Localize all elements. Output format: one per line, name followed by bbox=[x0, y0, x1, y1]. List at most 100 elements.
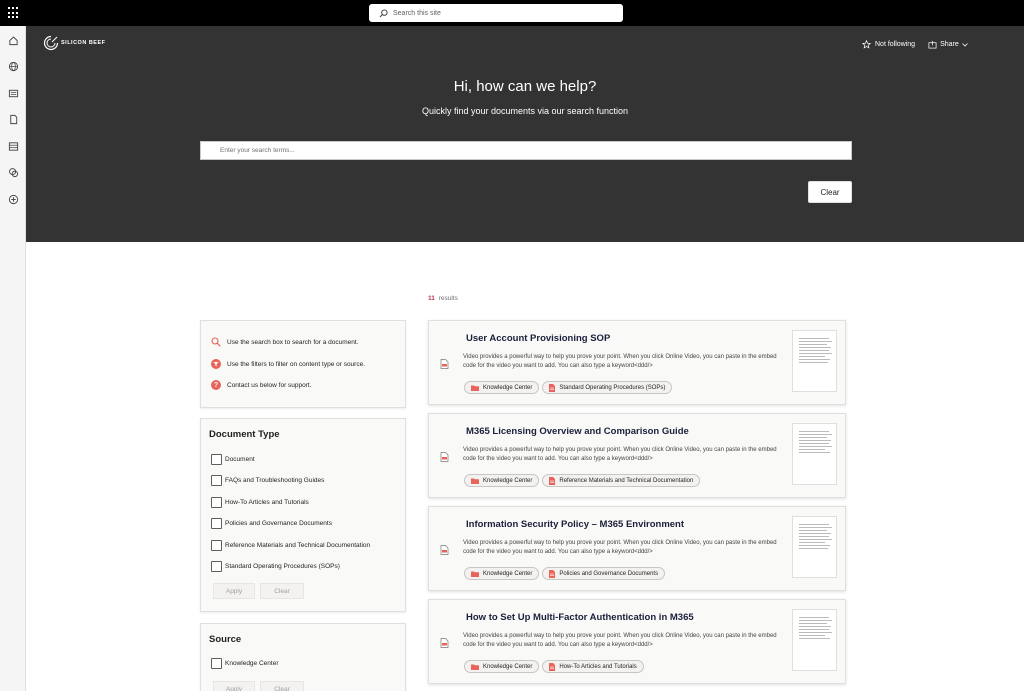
document-type-filter: Document Type Document FAQs and Troubles… bbox=[200, 418, 406, 612]
folder-icon bbox=[471, 571, 479, 577]
checkbox[interactable] bbox=[211, 561, 222, 572]
result-description: Video provides a powerful way to help yo… bbox=[463, 540, 777, 555]
hero-banner: SILICON BEEF Not following Share Hi, how… bbox=[26, 26, 1024, 242]
home-icon[interactable] bbox=[7, 34, 19, 46]
document-type-apply-button[interactable]: Apply bbox=[213, 583, 255, 599]
tag-label: Policies and Governance Documents bbox=[559, 570, 659, 577]
result-tags: Knowledge Center Standard Operating Proc… bbox=[464, 381, 675, 394]
app-launcher-icon[interactable] bbox=[8, 7, 20, 19]
site-logo[interactable]: SILICON BEEF bbox=[43, 35, 106, 51]
hero-title: Hi, how can we help? bbox=[453, 78, 597, 95]
checkbox[interactable] bbox=[211, 497, 222, 508]
document-thumbnail bbox=[792, 330, 837, 392]
document-type-title: Document Type bbox=[209, 429, 280, 440]
filter-option-reference[interactable]: Reference Materials and Technical Docume… bbox=[211, 540, 370, 551]
help-item-filter: Use the filters to filter on content typ… bbox=[211, 359, 365, 369]
logo-mark-icon bbox=[43, 35, 59, 51]
result-description: Video provides a powerful way to help yo… bbox=[463, 633, 777, 648]
source-apply-button[interactable]: Apply bbox=[213, 681, 255, 691]
tag-label: Standard Operating Procedures (SOPs) bbox=[559, 384, 666, 391]
result-card[interactable]: User Account Provisioning SOP Video prov… bbox=[428, 320, 846, 405]
source-title: Source bbox=[209, 634, 242, 645]
list-icon[interactable] bbox=[7, 140, 19, 152]
tag-label: Knowledge Center bbox=[483, 663, 533, 670]
site-search-box[interactable]: Search this site bbox=[369, 4, 623, 22]
tag-document-type[interactable]: Standard Operating Procedures (SOPs) bbox=[542, 381, 673, 394]
result-card[interactable]: M365 Licensing Overview and Comparison G… bbox=[428, 413, 846, 498]
tag-source[interactable]: Knowledge Center bbox=[464, 474, 540, 487]
doc-type-icon bbox=[549, 476, 556, 485]
file-icon bbox=[440, 356, 449, 374]
filter-option-how-to[interactable]: How-To Articles and Tutorials bbox=[211, 497, 309, 508]
folder-icon bbox=[471, 664, 479, 670]
file-icon bbox=[440, 542, 449, 560]
tag-source[interactable]: Knowledge Center bbox=[464, 567, 540, 580]
logo-text: SILICON BEEF bbox=[61, 40, 106, 46]
doc-type-icon bbox=[549, 569, 556, 578]
globe-icon[interactable] bbox=[7, 60, 19, 72]
site-search-placeholder: Search this site bbox=[393, 9, 441, 17]
result-card[interactable]: How to Set Up Multi-Factor Authenticatio… bbox=[428, 599, 846, 684]
checkbox[interactable] bbox=[211, 658, 222, 669]
filter-option-label: Document bbox=[225, 456, 255, 463]
tag-label: Knowledge Center bbox=[483, 384, 533, 391]
star-icon bbox=[862, 40, 871, 49]
page-actions: Not following Share bbox=[862, 40, 968, 49]
search-icon bbox=[379, 8, 388, 18]
filter-option-faqs[interactable]: FAQs and Troubleshooting Guides bbox=[211, 475, 324, 486]
document-thumbnail bbox=[792, 423, 837, 485]
doc-type-icon bbox=[549, 383, 556, 392]
suite-bar: Search this site bbox=[0, 0, 1024, 26]
filter-option-knowledge-center[interactable]: Knowledge Center bbox=[211, 658, 278, 669]
checkbox[interactable] bbox=[211, 540, 222, 551]
tag-document-type[interactable]: Policies and Governance Documents bbox=[542, 567, 666, 580]
share-button[interactable]: Share bbox=[928, 40, 968, 49]
tag-document-type[interactable]: Reference Materials and Technical Docume… bbox=[542, 474, 701, 487]
doc-type-icon bbox=[549, 662, 556, 671]
share-icon bbox=[928, 40, 937, 49]
help-panel: Use the search box to search for a docum… bbox=[200, 320, 406, 408]
checkbox[interactable] bbox=[211, 454, 222, 465]
result-title[interactable]: User Account Provisioning SOP bbox=[466, 333, 610, 344]
tag-source[interactable]: Knowledge Center bbox=[464, 660, 540, 673]
tag-label: Knowledge Center bbox=[483, 570, 533, 577]
folder-icon bbox=[471, 385, 479, 391]
results-count-label: results bbox=[438, 295, 458, 302]
tag-label: Reference Materials and Technical Docume… bbox=[559, 477, 694, 484]
result-description: Video provides a powerful way to help yo… bbox=[463, 354, 777, 369]
question-icon: ? bbox=[211, 380, 221, 390]
hero-subtitle: Quickly find your documents via our sear… bbox=[421, 106, 629, 116]
share-label: Share bbox=[940, 41, 959, 48]
follow-label: Not following bbox=[875, 41, 916, 48]
filter-option-label: FAQs and Troubleshooting Guides bbox=[225, 477, 325, 484]
filter-option-label: Reference Materials and Technical Docume… bbox=[225, 542, 371, 549]
result-title[interactable]: M365 Licensing Overview and Comparison G… bbox=[466, 426, 689, 437]
filter-option-sops[interactable]: Standard Operating Procedures (SOPs) bbox=[211, 561, 340, 572]
source-filter: Source Knowledge Center Apply Clear bbox=[200, 623, 406, 691]
result-tags: Knowledge Center How-To Articles and Tut… bbox=[464, 660, 647, 673]
filter-option-policies[interactable]: Policies and Governance Documents bbox=[211, 518, 332, 529]
chat-icon[interactable] bbox=[7, 166, 19, 178]
filter-option-label: Policies and Governance Documents bbox=[225, 520, 332, 527]
document-thumbnail bbox=[792, 609, 837, 671]
follow-button[interactable]: Not following bbox=[862, 40, 915, 49]
tag-document-type[interactable]: How-To Articles and Tutorials bbox=[542, 660, 644, 673]
result-title[interactable]: How to Set Up Multi-Factor Authenticatio… bbox=[466, 612, 694, 623]
hero-clear-button[interactable]: Clear bbox=[808, 181, 852, 203]
result-title[interactable]: Information Security Policy – M365 Envir… bbox=[466, 519, 684, 530]
tag-source[interactable]: Knowledge Center bbox=[464, 381, 540, 394]
checkbox[interactable] bbox=[211, 475, 222, 486]
main-content: SILICON BEEF Not following Share Hi, how… bbox=[26, 26, 1024, 691]
news-icon[interactable] bbox=[7, 87, 19, 99]
checkbox[interactable] bbox=[211, 518, 222, 529]
filter-icon bbox=[211, 359, 221, 369]
hero-search-input[interactable]: Enter your search terms... bbox=[200, 141, 852, 160]
result-card[interactable]: Information Security Policy – M365 Envir… bbox=[428, 506, 846, 591]
magnifier-icon bbox=[211, 337, 221, 347]
add-icon[interactable] bbox=[7, 193, 19, 205]
filter-option-document[interactable]: Document bbox=[211, 454, 255, 465]
file-icon bbox=[440, 449, 449, 467]
document-icon[interactable] bbox=[7, 113, 19, 125]
source-clear-button[interactable]: Clear bbox=[260, 681, 304, 691]
document-type-clear-button[interactable]: Clear bbox=[260, 583, 304, 599]
